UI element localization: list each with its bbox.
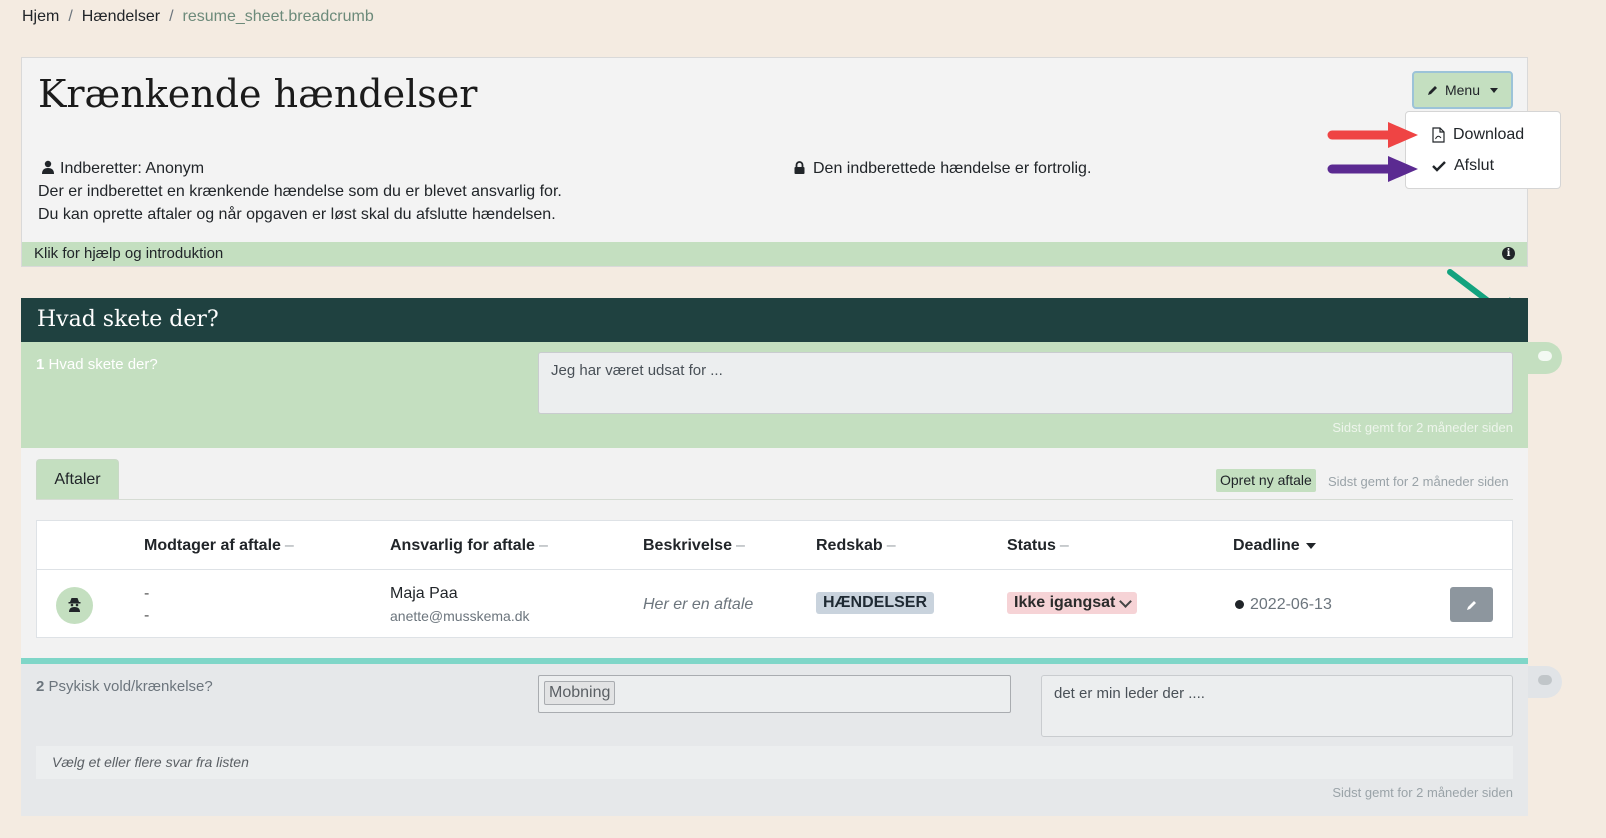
header-card: Krænkende hændelser Menu Indberetter: An… — [21, 57, 1528, 267]
column-header-status[interactable]: Status – — [1007, 537, 1069, 555]
confidential-line: Den indberettede hændelse er fortrolig. — [794, 160, 1091, 178]
agreements-table: Modtager af aftale – Ansvarlig for aftale… — [36, 520, 1513, 638]
reporter-line: Indberetter: Anonym — [42, 160, 204, 178]
section-header: Hvad skete der? — [21, 298, 1528, 342]
sort-desc-icon — [1305, 542, 1316, 549]
comment-icon[interactable] — [1528, 342, 1562, 374]
menu-item-afslut-label: Afslut — [1454, 157, 1495, 174]
question-2: 2 Psykisk vold/krænkelse? Mobning det er… — [21, 664, 1528, 816]
create-agreement-button[interactable]: Opret ny aftale — [1216, 469, 1316, 492]
column-header-label: Ansvarlig for aftale — [390, 537, 535, 554]
confidential-text: Den indberettede hændelse er fortrolig. — [813, 160, 1092, 177]
breadcrumb-home[interactable]: Hjem — [22, 8, 59, 25]
column-header-recipient[interactable]: Modtager af aftale – — [144, 537, 294, 555]
breadcrumb-separator: / — [68, 8, 73, 25]
deadline-cell: 2022-06-13 — [1235, 596, 1332, 614]
recipient-line-1: - — [144, 585, 150, 602]
avatar — [56, 587, 93, 624]
menu-button[interactable]: Menu — [1412, 71, 1513, 109]
question-2-comment-field[interactable]: det er min leder der .... — [1041, 675, 1513, 737]
column-header-label: Deadline — [1233, 537, 1300, 554]
chevron-down-icon — [1119, 594, 1133, 608]
sort-dash: – — [284, 537, 294, 554]
saved-status: Sidst gemt for 2 måneder siden — [1332, 420, 1513, 435]
breadcrumb-events[interactable]: Hændelser — [82, 8, 160, 25]
question-1: 1 Hvad skete der? Jeg har været udsat fo… — [21, 342, 1528, 448]
sort-dash: – — [538, 537, 548, 554]
menu-item-download[interactable]: Download — [1432, 126, 1524, 144]
column-header-label: Modtager af aftale — [144, 537, 281, 554]
column-header-label: Redskab — [816, 537, 883, 554]
pencil-icon — [1467, 601, 1476, 610]
check-icon — [1432, 161, 1446, 172]
status-dot-icon — [1235, 600, 1244, 610]
page-title: Krænkende hændelser — [38, 72, 478, 116]
reporter-text: Indberetter: Anonym — [60, 160, 205, 177]
menu-dropdown: Download Afslut — [1405, 111, 1561, 189]
comment-icon[interactable] — [1528, 666, 1562, 698]
breadcrumb-separator: / — [169, 8, 174, 25]
sort-dash: – — [886, 537, 896, 554]
column-header-description[interactable]: Beskrivelse – — [643, 537, 745, 555]
tab-divider — [36, 499, 1513, 500]
question-number: 2 — [36, 678, 45, 695]
selected-chip[interactable]: Mobning — [544, 681, 616, 705]
question-2-label: 2 Psykisk vold/krænkelse? — [36, 678, 213, 695]
hint-bar: Vælg et eller flere svar fra listen — [36, 746, 1513, 779]
menu-item-download-label: Download — [1453, 126, 1525, 143]
breadcrumb-current: resume_sheet.breadcrumb — [182, 8, 374, 25]
sort-dash: – — [1059, 537, 1069, 554]
multi-select-field[interactable]: Mobning — [538, 675, 1011, 713]
agreements-panel: Aftaler Opret ny aftale Sidst gemt for 2… — [21, 448, 1528, 658]
red-arrow-annotation — [1327, 122, 1418, 148]
status-dropdown[interactable]: Ikke igangsat — [1007, 592, 1138, 614]
help-text: Klik for hjælp og introduktion — [34, 245, 224, 262]
description-line-2: Du kan oprette aftaler og når opgaven er… — [38, 206, 556, 223]
deadline-value: 2022-06-13 — [1250, 596, 1332, 613]
question-number: 1 — [36, 356, 45, 373]
saved-status: Sidst gemt for 2 måneder siden — [1332, 785, 1513, 800]
agreement-description: Her er en aftale — [643, 596, 754, 613]
column-header-label: Status — [1007, 537, 1056, 554]
help-bar[interactable]: Klik for hjælp og introduktion i — [22, 242, 1527, 266]
responsible-email[interactable]: anette@musskema.dk — [390, 608, 530, 624]
column-header-label: Beskrivelse — [643, 537, 732, 554]
header-divider — [37, 569, 1512, 570]
tab-aftaler[interactable]: Aftaler — [36, 459, 119, 499]
question-1-answer-field[interactable]: Jeg har været udsat for ... — [538, 352, 1513, 414]
pencil-icon — [1427, 86, 1437, 95]
tool-badge: HÆNDELSER — [816, 592, 935, 614]
user-secret-icon — [68, 598, 81, 612]
menu-button-label: Menu — [1444, 82, 1481, 98]
user-icon — [42, 160, 54, 174]
question-1-label: 1 Hvad skete der? — [36, 356, 158, 373]
lock-icon — [794, 161, 805, 174]
question-text: Hvad skete der? — [48, 356, 158, 373]
responsible-name: Maja Paa — [390, 585, 458, 602]
column-header-responsible[interactable]: Ansvarlig for aftale – — [390, 537, 548, 555]
recipient-line-2: - — [144, 607, 150, 624]
edit-button[interactable] — [1450, 587, 1493, 622]
breadcrumb: Hjem / Hændelser / resume_sheet.breadcrumb — [22, 8, 374, 26]
description-line-1: Der er indberettet en krænkende hændelse… — [38, 183, 562, 200]
caret-down-icon — [1490, 87, 1499, 93]
sort-dash: – — [735, 537, 745, 554]
menu-item-afslut[interactable]: Afslut — [1432, 157, 1494, 175]
agreements-saved-status: Sidst gemt for 2 måneder siden — [1328, 474, 1509, 489]
info-icon: i — [1502, 247, 1515, 260]
status-label: Ikke igangsat — [1014, 594, 1116, 611]
purple-arrow-annotation — [1327, 156, 1418, 182]
column-header-tool[interactable]: Redskab – — [816, 537, 896, 555]
column-header-deadline[interactable]: Deadline — [1233, 537, 1316, 555]
pdf-file-icon — [1432, 127, 1445, 143]
question-text: Psykisk vold/krænkelse? — [48, 678, 213, 695]
